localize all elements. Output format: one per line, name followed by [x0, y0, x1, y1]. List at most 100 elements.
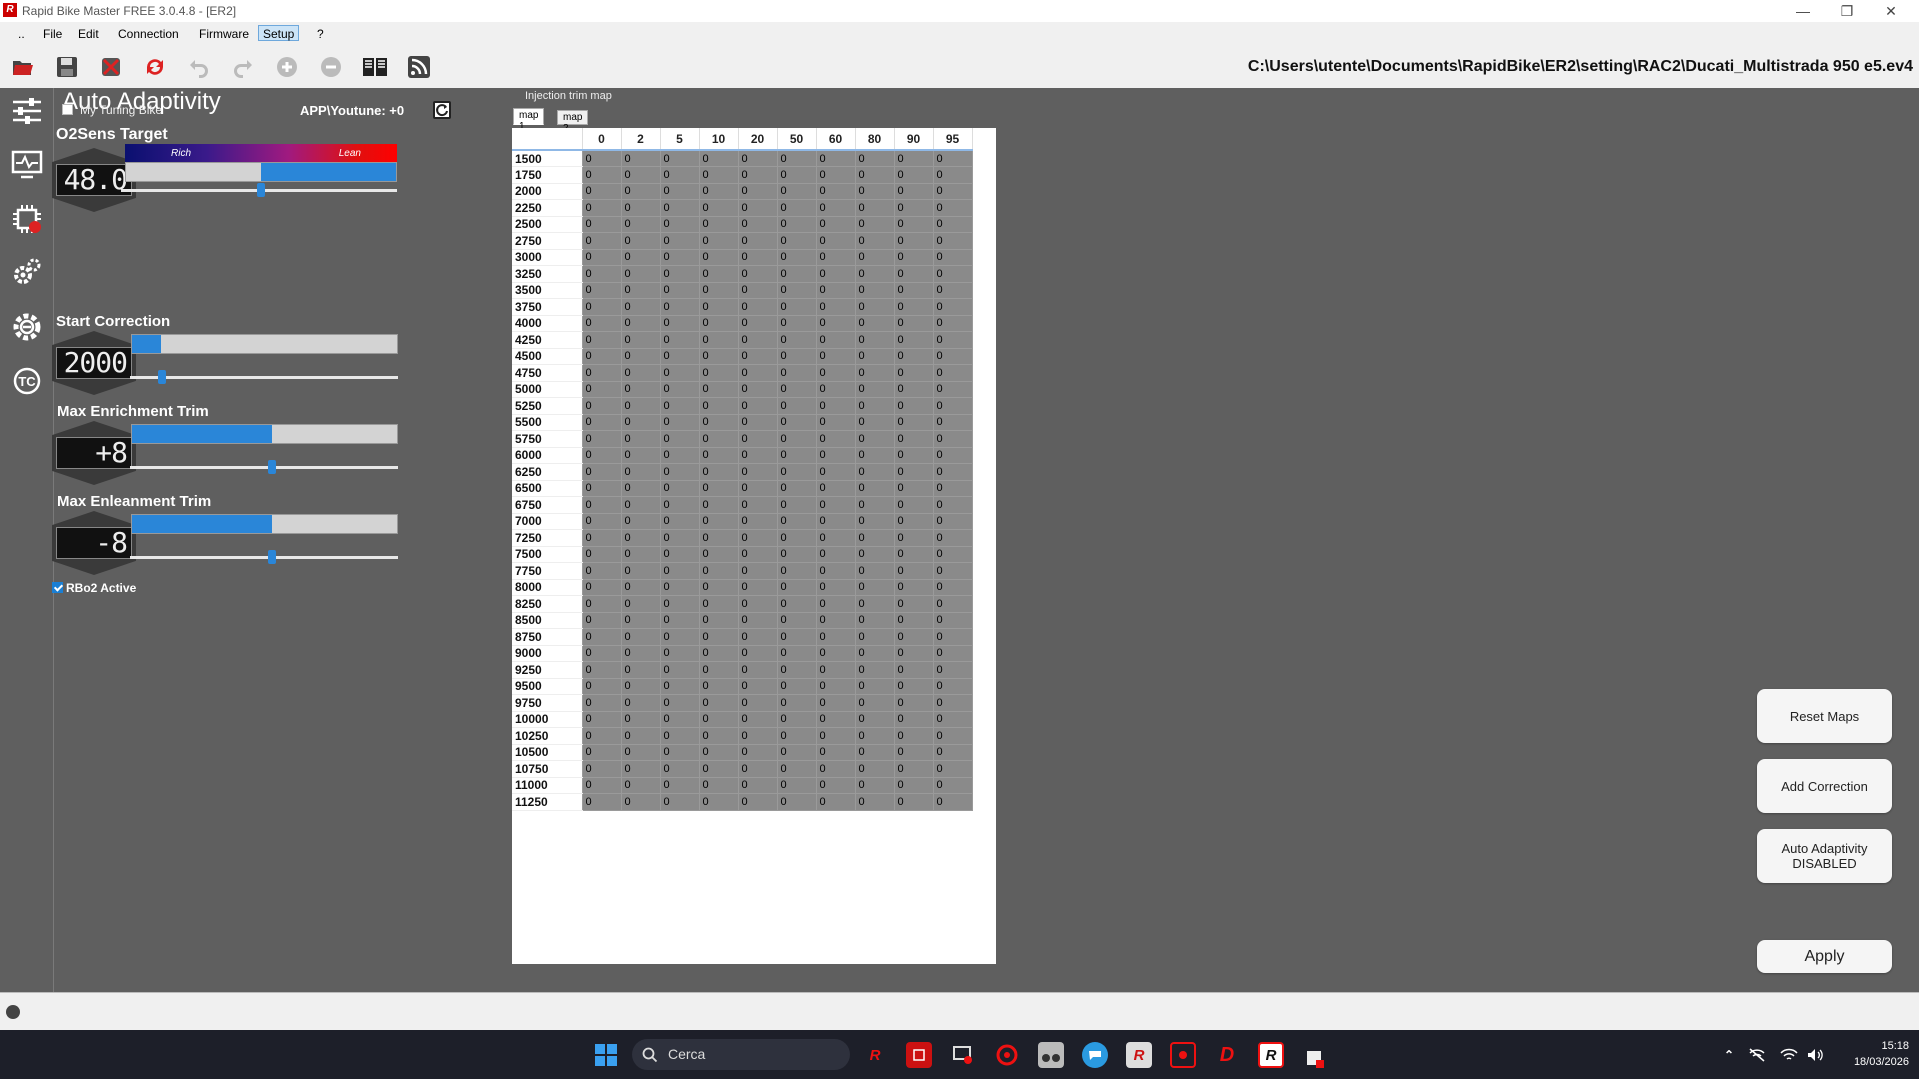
trim-cell[interactable]: 0	[620, 677, 661, 695]
trim-cell[interactable]: 0	[854, 545, 895, 563]
trim-cell[interactable]: 0	[737, 776, 778, 794]
trim-cell[interactable]: 0	[581, 760, 622, 778]
trim-cell[interactable]: 0	[893, 760, 934, 778]
trim-cell[interactable]: 0	[815, 331, 856, 349]
menu-file[interactable]: File	[39, 26, 66, 42]
trim-cell[interactable]: 0	[815, 314, 856, 332]
trim-cell[interactable]: 0	[620, 215, 661, 233]
trim-cell[interactable]: 0	[932, 628, 973, 646]
trim-cell[interactable]: 0	[737, 149, 778, 167]
trim-cell[interactable]: 0	[893, 364, 934, 382]
trim-cell[interactable]: 0	[893, 545, 934, 563]
trim-cell[interactable]: 0	[659, 298, 700, 316]
trim-cell[interactable]: 0	[776, 265, 817, 283]
trim-cell[interactable]: 0	[581, 694, 622, 712]
trim-cell[interactable]: 0	[581, 166, 622, 184]
trim-cell[interactable]: 0	[815, 149, 856, 167]
save-icon[interactable]	[53, 53, 81, 81]
trim-cell[interactable]: 0	[815, 727, 856, 745]
trim-cell[interactable]: 0	[698, 595, 739, 613]
trim-cell[interactable]: 0	[737, 562, 778, 580]
monitor-app-icon[interactable]	[950, 1042, 976, 1068]
red-app-icon[interactable]	[906, 1042, 932, 1068]
trim-cell[interactable]: 0	[698, 215, 739, 233]
trim-cell[interactable]: 0	[581, 562, 622, 580]
trim-cell[interactable]: 0	[581, 463, 622, 481]
trim-cell[interactable]: 0	[698, 694, 739, 712]
max-enleanment-slider[interactable]	[130, 550, 398, 564]
trim-cell[interactable]: 0	[737, 397, 778, 415]
trim-cell[interactable]: 0	[854, 644, 895, 662]
trim-cell[interactable]: 0	[776, 182, 817, 200]
trim-cell[interactable]: 0	[893, 199, 934, 217]
reset-maps-button[interactable]: Reset Maps	[1757, 689, 1892, 743]
trim-cell[interactable]: 0	[893, 430, 934, 448]
trim-cell[interactable]: 0	[581, 512, 622, 530]
trim-cell[interactable]: 0	[854, 710, 895, 728]
trim-cell[interactable]: 0	[815, 182, 856, 200]
tuning-sliders-icon[interactable]	[8, 92, 46, 130]
trim-cell[interactable]: 0	[698, 166, 739, 184]
trim-cell[interactable]: 0	[581, 413, 622, 431]
trim-cell[interactable]: 0	[815, 166, 856, 184]
trim-cell[interactable]: 0	[893, 644, 934, 662]
trim-cell[interactable]: 0	[932, 397, 973, 415]
trim-cell[interactable]: 0	[659, 430, 700, 448]
trim-cell[interactable]: 0	[620, 314, 661, 332]
trim-cell[interactable]: 0	[815, 413, 856, 431]
trim-cell[interactable]: 0	[698, 463, 739, 481]
trim-cell[interactable]: 0	[815, 710, 856, 728]
trim-cell[interactable]: 0	[620, 281, 661, 299]
trim-cell[interactable]: 0	[698, 182, 739, 200]
trim-cell[interactable]: 0	[932, 281, 973, 299]
trim-cell[interactable]: 0	[659, 149, 700, 167]
trim-cell[interactable]: 0	[815, 529, 856, 547]
trim-cell[interactable]: 0	[737, 265, 778, 283]
trim-cell[interactable]: 0	[620, 793, 661, 811]
trim-cell[interactable]: 0	[776, 463, 817, 481]
trim-cell[interactable]: 0	[581, 677, 622, 695]
trim-cell[interactable]: 0	[893, 149, 934, 167]
trim-cell[interactable]: 0	[620, 430, 661, 448]
trim-cell[interactable]: 0	[659, 529, 700, 547]
trim-cell[interactable]: 0	[776, 677, 817, 695]
trim-cell[interactable]: 0	[815, 479, 856, 497]
trim-cell[interactable]: 0	[737, 413, 778, 431]
trim-cell[interactable]: 0	[776, 776, 817, 794]
trim-cell[interactable]: 0	[815, 578, 856, 596]
trim-cell[interactable]: 0	[737, 760, 778, 778]
trim-cell[interactable]: 0	[815, 677, 856, 695]
trim-cell[interactable]: 0	[659, 232, 700, 250]
trim-cell[interactable]: 0	[815, 298, 856, 316]
trim-cell[interactable]: 0	[737, 314, 778, 332]
trim-cell[interactable]: 0	[737, 182, 778, 200]
trim-cell[interactable]: 0	[659, 265, 700, 283]
trim-cell[interactable]: 0	[932, 677, 973, 695]
trim-cell[interactable]: 0	[854, 430, 895, 448]
menu-help[interactable]: ?	[313, 26, 328, 42]
trim-cell[interactable]: 0	[620, 727, 661, 745]
trim-cell[interactable]: 0	[698, 265, 739, 283]
trim-cell[interactable]: 0	[854, 413, 895, 431]
trim-cell[interactable]: 0	[932, 776, 973, 794]
trim-cell[interactable]: 0	[698, 512, 739, 530]
trim-cell[interactable]: 0	[854, 182, 895, 200]
network-off-icon[interactable]	[1744, 1042, 1770, 1068]
trim-cell[interactable]: 0	[659, 578, 700, 596]
trim-cell[interactable]: 0	[659, 743, 700, 761]
taskbar-clock[interactable]: 15:18 18/03/2026	[1854, 1038, 1909, 1070]
trim-cell[interactable]: 0	[620, 611, 661, 629]
trim-cell[interactable]: 0	[932, 314, 973, 332]
start-correction-slider[interactable]	[130, 370, 398, 384]
trim-cell[interactable]: 0	[620, 298, 661, 316]
trim-cell[interactable]: 0	[698, 298, 739, 316]
menu-firmware[interactable]: Firmware	[195, 26, 253, 42]
trim-cell[interactable]: 0	[620, 380, 661, 398]
restore-button[interactable]: ❐	[1825, 0, 1869, 22]
volume-icon[interactable]	[1802, 1042, 1828, 1068]
trim-cell[interactable]: 0	[854, 215, 895, 233]
trim-cell[interactable]: 0	[581, 595, 622, 613]
trim-cell[interactable]: 0	[854, 364, 895, 382]
trim-cell[interactable]: 0	[620, 331, 661, 349]
trim-cell[interactable]: 0	[737, 166, 778, 184]
